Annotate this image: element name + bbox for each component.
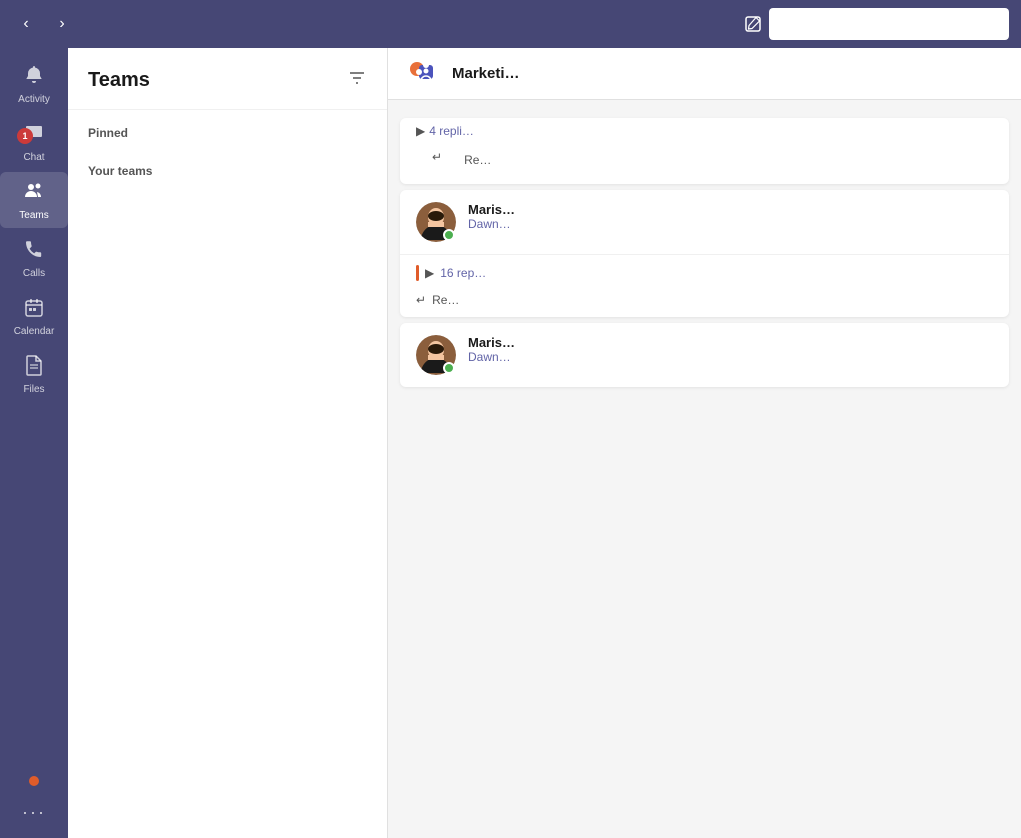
right-panel: Marketi… ▶ 4 repli… ↵ Re…	[388, 48, 1021, 838]
status-dot-3	[443, 362, 455, 374]
files-icon	[24, 354, 44, 382]
thread-container-2: Maris… Dawn… ▶ 16 rep… ↵ Re…	[400, 190, 1009, 317]
expand-arrow-2: ▶	[425, 266, 434, 280]
forward-button[interactable]: ›	[48, 10, 76, 38]
calendar-icon	[23, 296, 45, 324]
reply-count-text-1: 4 repli…	[429, 124, 474, 138]
sidebar-item-calls[interactable]: Calls	[0, 230, 68, 286]
sidebar-item-activity-label: Activity	[18, 94, 50, 105]
msg-author-2: Maris…	[468, 202, 993, 217]
top-bar: ‹ ›	[0, 0, 1021, 48]
reply-arrow-1: ↵	[416, 146, 458, 174]
more-button[interactable]: ···	[0, 794, 68, 830]
accent-bar-2	[416, 265, 419, 281]
msg-content-2: Maris… Dawn…	[468, 202, 993, 231]
channel-header: Marketi…	[388, 48, 1021, 100]
chat-badge: 1	[17, 128, 33, 144]
sidebar-item-files[interactable]: Files	[0, 346, 68, 402]
sidebar-item-teams-label: Teams	[19, 210, 48, 221]
reply-label-1: Re…	[464, 153, 491, 167]
msg-content-3: Maris… Dawn…	[468, 335, 993, 364]
channel-avatar	[404, 56, 440, 92]
reply-count-2[interactable]: ▶ 16 rep…	[400, 255, 1009, 289]
messages-area[interactable]: ▶ 4 repli… ↵ Re…	[388, 100, 1021, 838]
search-input[interactable]	[769, 8, 1009, 40]
expand-arrow-1: ▶	[416, 124, 425, 138]
chat-icon: 1	[23, 122, 45, 150]
thread-item-3: Maris… Dawn…	[400, 323, 1009, 387]
your-teams-label: Your teams	[68, 148, 387, 186]
avatar-wrap-3	[416, 335, 456, 375]
presence-indicator	[29, 776, 39, 786]
avatar-wrap-2	[416, 202, 456, 242]
status-dot-2	[443, 229, 455, 241]
phone-icon	[23, 238, 45, 266]
main-layout: Activity 1 Chat Teams	[0, 48, 1021, 838]
nav-arrows: ‹ ›	[12, 10, 76, 38]
reply-arrow-2: ↵	[416, 293, 426, 307]
teams-panel: Teams Pinned Your teams	[68, 48, 388, 838]
sidebar-item-calls-label: Calls	[23, 268, 45, 279]
thread-container-3: Maris… Dawn…	[400, 323, 1009, 387]
channel-name: Marketi…	[452, 65, 520, 82]
compose-button[interactable]	[737, 8, 769, 40]
sidebar-item-calendar[interactable]: Calendar	[0, 288, 68, 344]
sidebar-item-calendar-label: Calendar	[14, 326, 55, 337]
reply-action-2[interactable]: ↵ Re…	[400, 289, 1009, 317]
sidebar-item-activity[interactable]: Activity	[0, 56, 68, 112]
reply-action-1[interactable]: ↵ Re…	[400, 142, 1009, 184]
filter-button[interactable]	[347, 68, 367, 93]
sidebar-item-files-label: Files	[23, 384, 44, 395]
bell-icon	[23, 64, 45, 92]
back-button[interactable]: ‹	[12, 10, 40, 38]
teams-title: Teams	[88, 69, 150, 92]
sidebar-item-chat-label: Chat	[23, 152, 44, 163]
reply-count-1[interactable]: ▶ 4 repli…	[400, 118, 1009, 142]
sidebar-item-teams[interactable]: Teams	[0, 172, 68, 228]
teams-header: Teams	[68, 48, 387, 110]
msg-author-3: Maris…	[468, 335, 993, 350]
teams-icon	[23, 180, 45, 208]
reply-count-text-2: 16 rep…	[440, 266, 486, 280]
reply-label-2: Re…	[432, 293, 459, 307]
sidebar-item-chat[interactable]: 1 Chat	[0, 114, 68, 170]
msg-subtitle-2: Dawn…	[468, 217, 993, 231]
sidebar: Activity 1 Chat Teams	[0, 48, 68, 838]
pinned-label: Pinned	[68, 110, 387, 148]
thread-item-2: Maris… Dawn…	[400, 190, 1009, 254]
thread-container-1: ▶ 4 repli… ↵ Re…	[400, 118, 1009, 184]
msg-subtitle-3: Dawn…	[468, 350, 993, 364]
